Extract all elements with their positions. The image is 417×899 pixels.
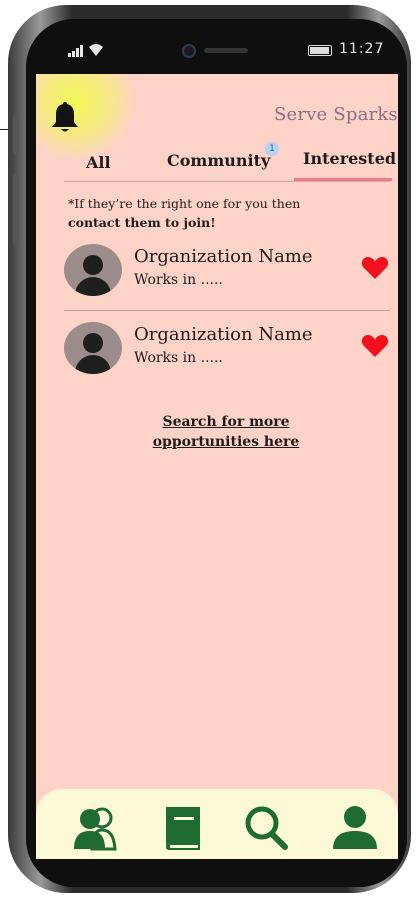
tabs-divider [64,181,390,182]
heart-icon[interactable] [361,256,389,280]
organization-subtitle: Works in ..... [134,350,223,366]
phone-frame: 11:27 Serve Sparks All Community 1 Inter… [8,5,411,893]
join-note: *If they’re the right one for you then c… [68,194,300,232]
avatar-placeholder-icon [64,322,122,374]
bell-icon[interactable] [50,100,80,134]
battery-icon [308,45,332,56]
bottom-nav [36,789,398,859]
community-badge: 1 [265,142,279,156]
side-button-top [13,115,19,155]
organization-name: Organization Name [134,246,313,267]
people-icon[interactable] [72,805,120,851]
phone-chin [26,859,407,887]
brand-logo: Serve Sparks [274,104,398,125]
card-divider [64,310,390,311]
app-screen: Serve Sparks All Community 1 Interested … [36,74,398,859]
organization-name: Organization Name [134,324,313,345]
search-more-line2: opportunities here [152,434,300,450]
tab-all[interactable]: All [86,153,111,172]
status-bar: 11:27 [26,19,407,75]
tab-interested[interactable]: Interested [303,149,396,168]
avatar-placeholder-icon [64,244,122,296]
join-note-emphasis: contact them to join! [68,215,216,230]
search-more-line1: Search for more [162,414,290,430]
phone-bezel: 11:27 Serve Sparks All Community 1 Inter… [26,19,407,887]
tab-community[interactable]: Community [167,151,270,170]
join-note-line2: contact them to join! [68,213,300,232]
status-time: 11:27 [339,41,385,57]
speaker-grille [204,48,248,53]
organization-card[interactable]: Organization Name Works in ..... [64,244,390,320]
book-icon[interactable] [160,805,208,851]
wifi-icon [89,44,103,56]
search-icon[interactable] [243,805,291,851]
heart-icon[interactable] [361,334,389,358]
side-button-volume [13,173,19,245]
organization-card[interactable]: Organization Name Works in ..... [64,322,390,398]
profile-icon[interactable] [331,805,379,851]
organization-subtitle: Works in ..... [134,272,223,288]
signal-icon [68,45,83,57]
camera-icon [182,44,196,58]
search-more-link[interactable]: Search for more opportunities here [146,412,306,452]
join-note-line1: *If they’re the right one for you then [68,196,301,211]
